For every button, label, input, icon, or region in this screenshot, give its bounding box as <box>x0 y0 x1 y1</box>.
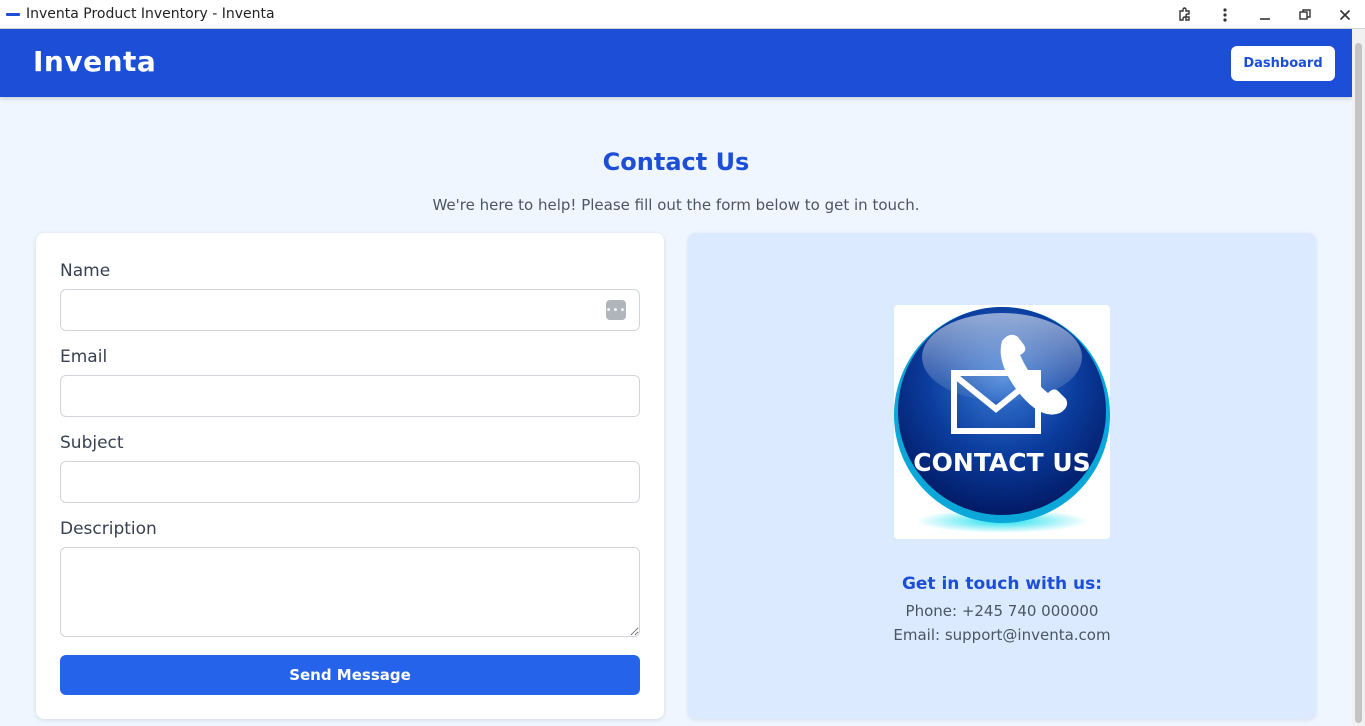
description-textarea[interactable] <box>60 547 640 637</box>
dashboard-button[interactable]: Dashboard <box>1231 46 1335 81</box>
app-header: Inventa Dashboard <box>0 29 1352 97</box>
more-vert-icon[interactable] <box>1205 0 1245 29</box>
description-label: Description <box>60 519 157 539</box>
minimize-icon[interactable] <box>1245 0 1285 29</box>
window-titlebar: Inventa Product Inventory - Inventa <box>0 0 1365 29</box>
info-heading: Get in touch with us: <box>901 574 1103 594</box>
extension-icon[interactable] <box>1165 0 1205 29</box>
subject-label: Subject <box>60 433 124 453</box>
email-label: Email <box>60 347 108 367</box>
password-manager-icon[interactable]: ••• <box>606 300 626 320</box>
contact-form: Name ••• Email Subject Description Send … <box>36 233 664 719</box>
window-title: Inventa Product Inventory - Inventa <box>26 6 275 22</box>
window-controls <box>1165 0 1365 29</box>
info-phone: Phone: +245 740 000000 <box>905 602 1099 620</box>
info-email: Email: support@inventa.com <box>893 626 1111 644</box>
page-scrollbar[interactable] <box>1352 29 1365 726</box>
contact-info-panel: CONTACT US Get in touch with us: Phone: … <box>688 233 1316 719</box>
name-input[interactable] <box>60 289 640 331</box>
page-title: Contact Us <box>602 148 750 176</box>
email-input[interactable] <box>60 375 640 417</box>
scrollbar-thumb[interactable] <box>1355 43 1362 723</box>
page-subtitle: We're here to help! Please fill out the … <box>432 196 920 214</box>
restore-icon[interactable] <box>1285 0 1325 29</box>
brand-logo[interactable]: Inventa <box>33 45 156 78</box>
subject-input[interactable] <box>60 461 640 503</box>
contact-us-image: CONTACT US <box>894 305 1110 539</box>
favicon-icon <box>6 9 20 19</box>
contact-us-image-text: CONTACT US <box>913 448 1090 477</box>
send-message-button[interactable]: Send Message <box>60 655 640 695</box>
name-label: Name <box>60 261 111 281</box>
close-icon[interactable] <box>1325 0 1365 29</box>
